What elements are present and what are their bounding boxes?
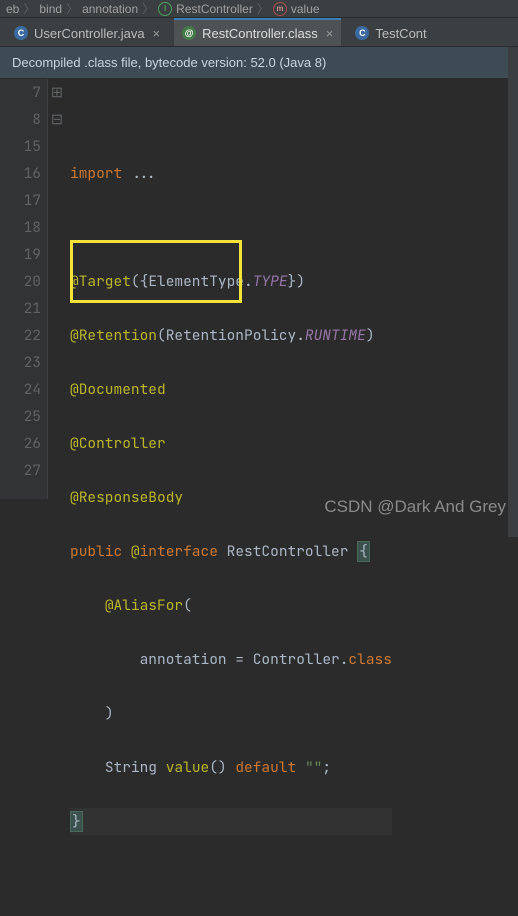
breadcrumb-sep: 〉 — [66, 0, 78, 17]
tab-testcont[interactable]: C TestCont — [347, 18, 434, 46]
code-content[interactable]: import ... @Target({ElementType.TYPE}) @… — [66, 79, 392, 499]
breadcrumb-item[interactable]: value — [291, 2, 320, 16]
editor-scrollbar[interactable] — [508, 47, 518, 537]
decompiled-banner: Decompiled .class file, bytecode version… — [0, 47, 518, 79]
breadcrumb-item[interactable]: annotation — [82, 2, 138, 16]
close-icon[interactable]: × — [153, 26, 161, 41]
breadcrumb-item[interactable]: eb — [6, 2, 19, 16]
tab-usercontroller[interactable]: C UserController.java × — [6, 18, 168, 46]
editor-tabbar: C UserController.java × @ RestController… — [0, 18, 518, 47]
breadcrumb-item[interactable]: bind — [39, 2, 62, 16]
tab-label: UserController.java — [34, 26, 145, 41]
breadcrumb-item[interactable]: RestController — [176, 2, 253, 16]
method-icon: m — [273, 2, 287, 16]
code-editor[interactable]: 7815 161718 192021 222324 252627 ⊞ ⊟ imp… — [0, 79, 518, 499]
breadcrumb-sep: 〉 — [257, 0, 269, 17]
breadcrumb: eb 〉 bind 〉 annotation 〉 I RestControlle… — [0, 0, 518, 18]
breadcrumb-sep: 〉 — [23, 0, 35, 17]
close-icon[interactable]: × — [326, 26, 334, 41]
tab-restcontroller[interactable]: @ RestController.class × — [174, 18, 341, 46]
tab-label: TestCont — [375, 26, 426, 41]
line-number-gutter: 7815 161718 192021 222324 252627 — [0, 79, 48, 499]
fold-gutter[interactable]: ⊞ ⊟ — [48, 79, 66, 499]
class-icon: C — [14, 26, 28, 40]
decompiled-class-icon: @ — [182, 26, 196, 40]
tab-label: RestController.class — [202, 26, 318, 41]
interface-icon: I — [158, 2, 172, 16]
breadcrumb-sep: 〉 — [142, 0, 154, 17]
class-icon: C — [355, 26, 369, 40]
